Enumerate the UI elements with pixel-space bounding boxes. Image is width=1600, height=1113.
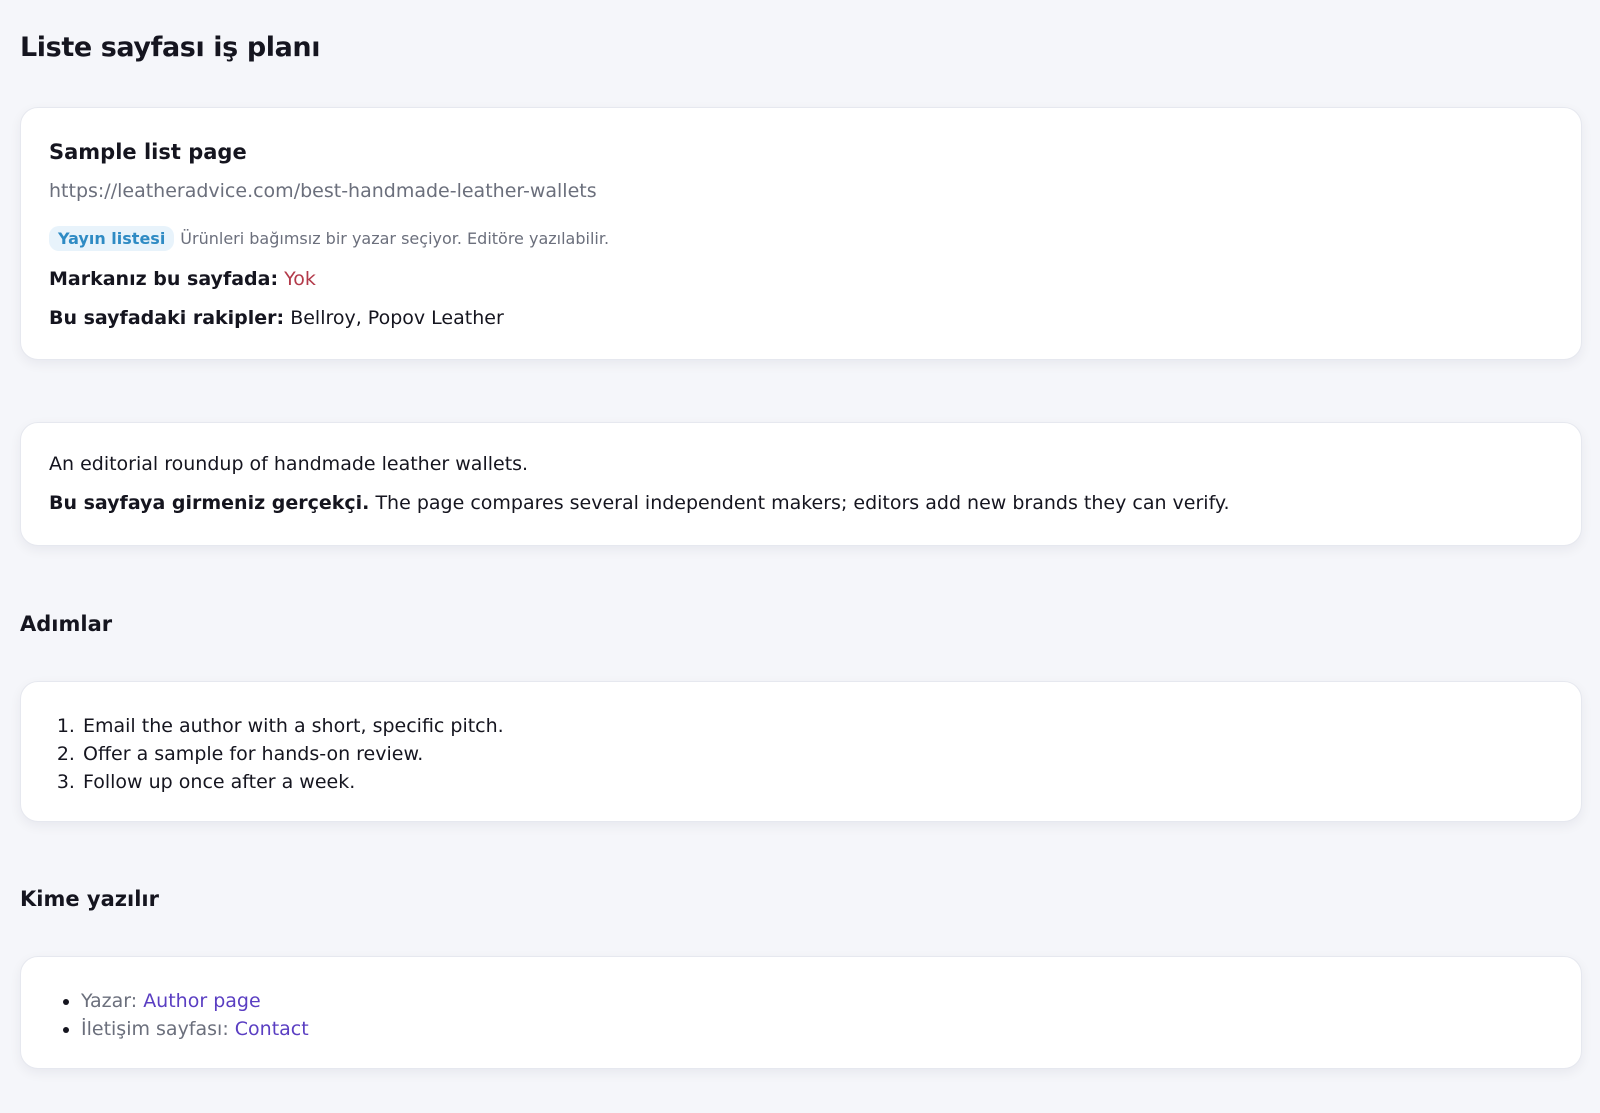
contacts-card: Yazar: Author page İletişim sayfası: Con… bbox=[20, 956, 1582, 1069]
contact-label: Yazar: bbox=[81, 990, 138, 1012]
summary-card: An editorial roundup of handmade leather… bbox=[20, 422, 1582, 546]
contact-item: İletişim sayfası: Contact bbox=[81, 1015, 309, 1043]
verdict-text: The page compares several independent ma… bbox=[375, 492, 1230, 514]
publication-list-badge: Yayın listesi bbox=[49, 226, 175, 251]
contacts-list: Yazar: Author page İletişim sayfası: Con… bbox=[81, 987, 309, 1043]
page-title: Liste sayfası iş planı bbox=[20, 32, 321, 63]
brand-presence-label: Markanız bu sayfada: bbox=[49, 268, 279, 290]
verdict-row: Bu sayfaya girmeniz gerçekçi. The page c… bbox=[49, 492, 1230, 514]
verdict-label: Bu sayfaya girmeniz gerçekçi. bbox=[49, 492, 370, 514]
contact-page-link[interactable]: Contact bbox=[235, 1018, 309, 1040]
author-page-link[interactable]: Author page bbox=[143, 990, 260, 1012]
contacts-heading: Kime yazılır bbox=[20, 887, 159, 911]
competitors-row: Bu sayfadaki rakipler: Bellroy, Popov Le… bbox=[49, 307, 504, 329]
contact-item: Yazar: Author page bbox=[81, 987, 309, 1015]
step-item: Email the author with a short, specific … bbox=[81, 712, 504, 740]
competitors-value: Bellroy, Popov Leather bbox=[290, 307, 504, 329]
tag-note: Ürünleri bağımsız bir yazar seçiyor. Edi… bbox=[180, 229, 610, 248]
step-item: Follow up once after a week. bbox=[81, 768, 504, 796]
summary-text: An editorial roundup of handmade leather… bbox=[49, 453, 529, 475]
steps-list: Email the author with a short, specific … bbox=[81, 712, 504, 796]
step-item: Offer a sample for hands-on review. bbox=[81, 740, 504, 768]
sample-page-url: https://leatheradvice.com/best-handmade-… bbox=[49, 180, 597, 202]
steps-card: Email the author with a short, specific … bbox=[20, 681, 1582, 822]
brand-presence-row: Markanız bu sayfada: Yok bbox=[49, 268, 316, 290]
sample-page-card: Sample list page https://leatheradvice.c… bbox=[20, 107, 1582, 360]
sample-page-title: Sample list page bbox=[49, 140, 247, 164]
brand-presence-value: Yok bbox=[284, 268, 316, 290]
contact-label: İletişim sayfası: bbox=[81, 1018, 229, 1040]
steps-heading: Adımlar bbox=[20, 612, 113, 636]
tag-row: Yayın listesi Ürünleri bağımsız bir yaza… bbox=[49, 226, 609, 251]
competitors-label: Bu sayfadaki rakipler: bbox=[49, 307, 285, 329]
